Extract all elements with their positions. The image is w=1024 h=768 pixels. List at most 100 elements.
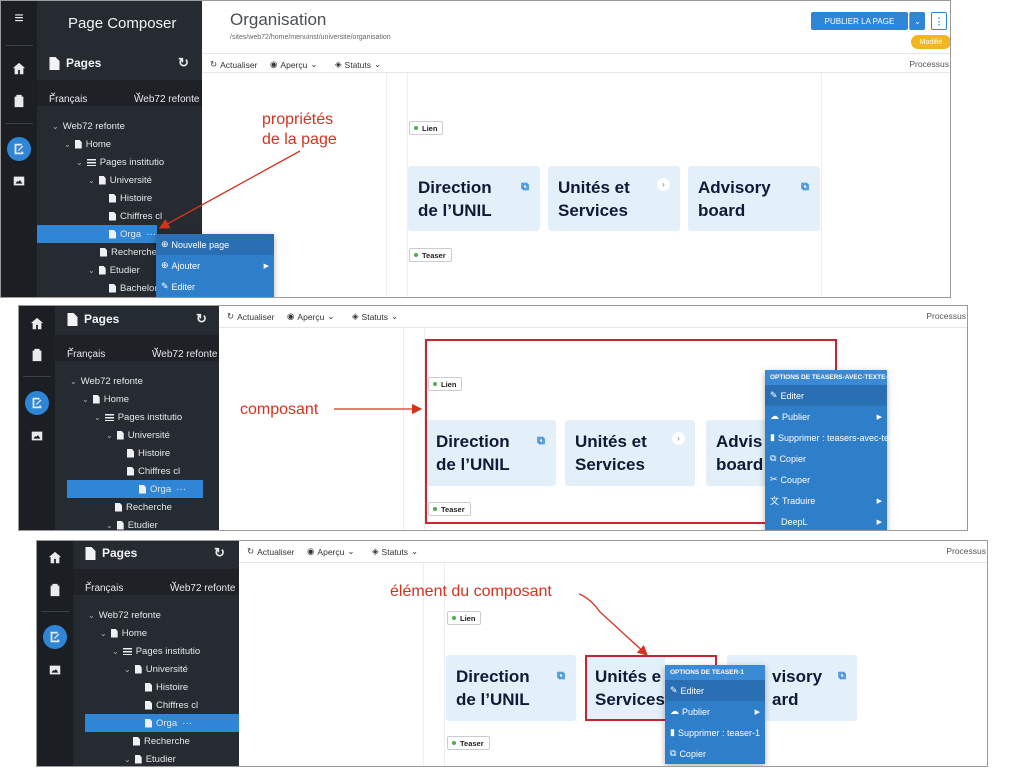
publish-caret-button[interactable]: ⌄ [909,12,925,30]
preview-button[interactable]: ◉ Aperçu ⌄ [287,311,334,322]
tree-item[interactable]: Chiffres cl [73,696,239,714]
teaser-card[interactable]: Direction de l’UNIL ⧉ [408,166,540,231]
refresh-icon[interactable]: ↻ [196,311,207,327]
menu-item-delete[interactable]: ▮ Supprimer : teaser-1 [665,722,765,743]
refresh-icon[interactable]: ↻ [214,545,225,561]
tree-item-selected[interactable]: Orga ··· [85,714,239,732]
more-actions-button[interactable]: ⋮ [931,12,947,30]
refresh-button[interactable]: ↻ Actualiser [227,311,274,322]
clipboard-icon[interactable] [25,343,49,367]
media-icon[interactable] [43,658,67,682]
teaser-card[interactable]: Unités et Services › [548,166,680,231]
site-select[interactable]: Web72 refonte ⌄ [170,576,235,594]
tree-item[interactable]: ⌄ Pages institutio [37,153,202,171]
tree-item[interactable]: ⌄ Université [55,426,219,444]
page-composer-icon[interactable] [43,625,67,649]
preview-button[interactable]: ◉ Aperçu ⌄ [270,59,317,70]
component-chip-teaser[interactable]: Teaser [447,736,490,750]
tree-item-selected[interactable]: Orga ··· [67,480,203,498]
tree-item[interactable]: ⌄ Home [37,135,202,153]
menu-item-copy[interactable]: ⧉ Copier [765,448,887,469]
filter-bar: Français ⌄ Web72 refonte ⌄ [73,569,239,595]
teaser-card[interactable]: Advisory board ⧉ [688,166,820,231]
tree-item[interactable]: ⌄ Web72 refonte [55,372,219,390]
menu-item-add[interactable]: ⊕ Ajouter ▶ [156,255,274,276]
tree-item[interactable]: ⌄ Pages institutio [55,408,219,426]
page-icon [110,628,118,638]
menu-item-edit[interactable]: ✎ Editer [156,276,274,297]
language-select[interactable]: Français ⌄ [67,342,105,360]
tree-item[interactable]: ⌄ Home [55,390,219,408]
home-icon[interactable] [25,312,49,336]
more-options-icon: ··· [182,717,193,729]
preview-button[interactable]: ◉ Aperçu ⌄ [307,546,354,557]
menu-item-deepl[interactable]: DeepL ▶ [765,511,887,530]
statuses-button[interactable]: ◈ Statuts ⌄ [372,546,418,557]
menu-item-cut[interactable]: ✂ Couper [765,469,887,490]
page-composer-icon[interactable] [7,137,31,161]
chevron-down-icon: ⌄ [327,311,335,321]
menu-icon[interactable]: ≡ [7,7,31,31]
pages-heading: Pages [49,56,101,70]
page-composer-icon[interactable] [25,391,49,415]
home-icon[interactable] [43,546,67,570]
chevron-right-icon: ▶ [754,708,760,716]
tree-item[interactable]: Histoire [73,678,239,696]
component-chip-link[interactable]: Lien [447,611,482,625]
teaser-card[interactable]: Direction de l’UNIL ⧉ [446,655,576,721]
eye-icon: ◉ [270,59,278,69]
statuses-button[interactable]: ◈ Statuts ⌄ [352,311,398,322]
tree-item[interactable]: ⌄ Pages institutio [73,642,239,660]
tree-item[interactable]: Chiffres cl [37,207,202,225]
language-select[interactable]: Français ⌄ [49,87,87,105]
chevron-down-icon: ⌄ [310,59,318,69]
external-link-icon: ⧉ [557,670,565,682]
page-icon [74,139,82,149]
tree-item[interactable]: ⌄ Etudier [55,516,219,531]
menu-item-translate[interactable]: 文 Traduire ▶ [765,490,887,511]
sidebar: Pages ↻ Français ⌄ Web72 refonte ⌄ ⌄ Web7… [55,306,219,530]
menu-item-new-page[interactable]: ⊕ Nouvelle page [156,234,274,255]
menu-item-copy[interactable]: ⧉ Copier [665,743,765,764]
tree-item-selected[interactable]: Orga ··· [37,225,157,243]
menu-item-edit[interactable]: ✎ Editer [765,385,887,406]
clipboard-icon[interactable] [7,89,31,113]
menu-item-edit[interactable]: ✎ Editer [665,680,765,701]
tree-item[interactable]: Histoire [55,444,219,462]
tree-item[interactable]: ⌄ Etudier [73,750,239,766]
component-chip-link[interactable]: Lien [409,121,444,135]
refresh-button[interactable]: ↻ Actualiser [247,546,294,557]
tree-item[interactable]: ⌄ Web72 refonte [37,117,202,135]
refresh-icon[interactable]: ↻ [178,55,189,71]
site-select[interactable]: Web72 refonte ⌄ [134,87,199,105]
page-icon [115,502,122,512]
tree-item[interactable]: Histoire [37,189,202,207]
clipboard-icon[interactable] [43,578,67,602]
process-label[interactable]: Processus [909,59,949,69]
tree-item[interactable]: Recherche [55,498,219,516]
menu-item-publish[interactable]: ☁ Publier ▶ [765,406,887,427]
page-icon [92,394,100,404]
tree-item[interactable]: ⌄ Université [73,660,239,678]
media-icon[interactable] [25,424,49,448]
tree-item[interactable]: Chiffres cl [55,462,219,480]
statuses-button[interactable]: ◈ Statuts ⌄ [335,59,381,70]
tree-item[interactable]: ⌄ Home [73,624,239,642]
refresh-button[interactable]: ↻ Actualiser [210,59,257,70]
home-icon[interactable] [7,57,31,81]
tree-item[interactable]: Recherche [73,732,239,750]
site-select[interactable]: Web72 refonte ⌄ [152,342,217,360]
menu-item-delete[interactable]: ▮ Supprimer : teasers-avec-texte-1 [765,427,909,448]
component-chip-teaser[interactable]: Teaser [409,248,452,262]
annotation-page-properties: propriétés de la page [262,111,337,148]
tree-item[interactable]: ⌄ Université [37,171,202,189]
menu-item-publish[interactable]: ☁ Publier ▶ [665,701,765,722]
list-icon [122,647,132,655]
translate-icon: 文 [770,496,780,506]
process-label[interactable]: Processus [946,546,986,556]
tree-item[interactable]: ⌄ Web72 refonte [73,606,239,624]
process-label[interactable]: Processus [926,311,966,321]
publish-button[interactable]: PUBLIER LA PAGE [811,12,908,30]
language-select[interactable]: Français ⌄ [85,576,123,594]
media-icon[interactable] [7,169,31,193]
